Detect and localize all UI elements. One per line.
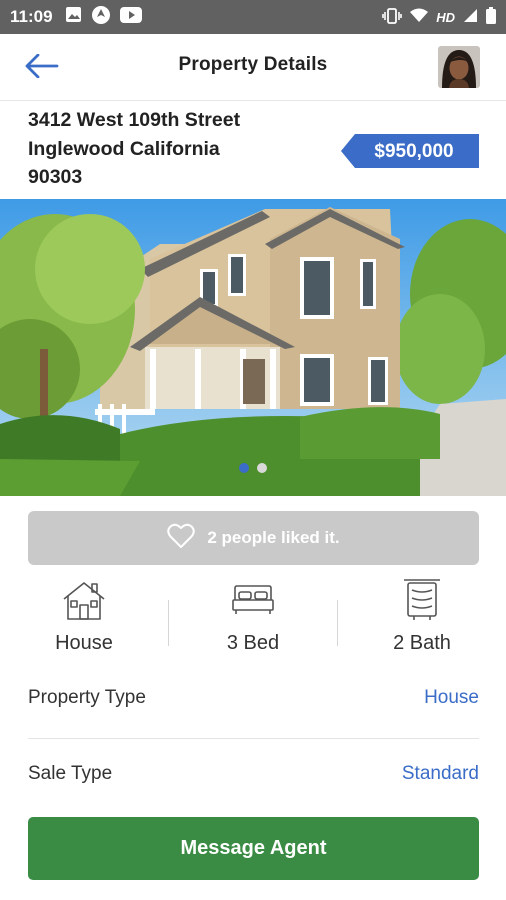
address-zip: 90303 [28, 166, 83, 188]
bed-icon [231, 584, 275, 621]
status-time: 11:09 [10, 7, 53, 26]
property-image-carousel[interactable] [0, 199, 506, 496]
sale-type-label: Sale Type [28, 763, 113, 784]
likes-text: 2 people liked it. [207, 528, 340, 547]
house-icon [62, 579, 106, 626]
wifi-icon [410, 8, 429, 26]
property-photo [0, 199, 506, 496]
youtube-icon [119, 6, 142, 28]
property-type-label: Property Type [28, 687, 146, 708]
status-bar: 11:09 HD [0, 0, 506, 34]
battery-icon [486, 7, 496, 27]
property-type-value: House [424, 687, 479, 708]
detail-row-property-type: Property Type House [28, 678, 479, 718]
address-street: 3412 West 109th Street [28, 109, 241, 131]
heart-outline-icon [167, 523, 196, 554]
carousel-dots [0, 463, 506, 473]
price-value: $950,000 [374, 141, 454, 162]
feature-bath-label: 2 Bath [393, 632, 451, 654]
bath-icon [400, 578, 444, 627]
feature-bed-label: 3 Bed [226, 632, 280, 654]
price-tag: $950,000 [341, 134, 479, 168]
vibrate-icon [382, 7, 403, 27]
carousel-dot-2[interactable] [257, 463, 267, 473]
carousel-dot-1[interactable] [239, 463, 249, 473]
app-bar: Property Details [0, 34, 506, 101]
feature-bath: 2 Bath [338, 578, 506, 655]
detail-row-sale-type: Sale Type Standard [28, 754, 479, 794]
address-city: Inglewood California [28, 137, 220, 160]
app-icon [91, 5, 111, 30]
image-icon [65, 6, 82, 28]
property-address: 3412 West 109th Street Inglewood Califor… [28, 106, 328, 192]
feature-house-label: House [55, 632, 113, 654]
sale-type-value: Standard [401, 763, 479, 784]
feature-bed: 3 Bed [169, 580, 337, 655]
signal-icon [463, 8, 478, 26]
page-title: Property Details [178, 54, 328, 75]
message-agent-button[interactable]: Message Agent [28, 817, 479, 880]
like-button[interactable]: 2 people liked it. [28, 511, 479, 565]
network-label: HD [436, 9, 455, 25]
property-features: House 3 Bed 2 Bath [0, 578, 506, 660]
feature-house: House [0, 580, 168, 655]
row-divider [28, 738, 479, 739]
user-avatar[interactable] [438, 46, 480, 88]
